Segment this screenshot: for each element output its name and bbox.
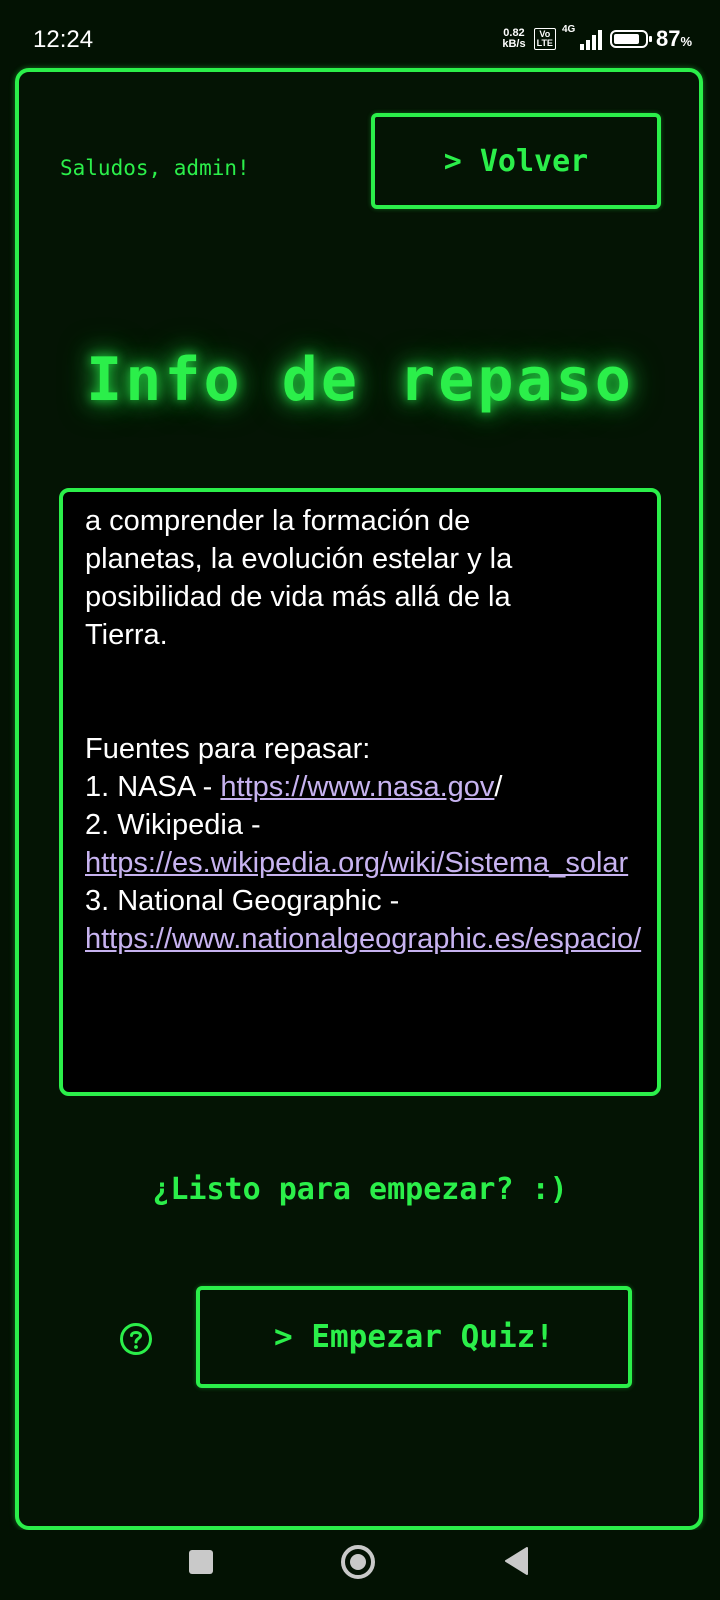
natgeo-link[interactable]: https://www.nationalgeographic.es/espaci…: [85, 923, 641, 955]
source-item-wikipedia: 2. Wikipedia -: [85, 806, 645, 844]
network-speed-unit: kB/s: [502, 38, 526, 50]
source-item-wikipedia-link: https://es.wikipedia.org/wiki/Sistema_so…: [85, 844, 645, 882]
ready-prompt: ¿Listo para empezar? :): [152, 1172, 568, 1207]
status-icons: 0.82 kB/s Vo LTE 4G 87%: [502, 24, 692, 52]
home-circle-icon[interactable]: [340, 1544, 376, 1580]
info-line: posibilidad de vida más allá de la: [85, 581, 511, 613]
source-item-natgeo-link: https://www.nationalgeographic.es/espaci…: [85, 920, 645, 958]
status-bar: 12:24 0.82 kB/s Vo LTE 4G 87%: [0, 0, 720, 66]
battery-percent: 87%: [656, 26, 692, 52]
info-text: a comprender la formación de planetas, l…: [85, 502, 645, 958]
source-suffix: /: [494, 771, 503, 803]
system-nav-bar: [0, 1530, 720, 1600]
info-line: Tierra.: [85, 619, 168, 651]
battery-icon: [609, 30, 652, 48]
wikipedia-link[interactable]: https://es.wikipedia.org/wiki/Sistema_so…: [85, 847, 628, 879]
info-line: planetas, la evolución estelar y la: [85, 543, 513, 575]
info-line: a comprender la formación de: [85, 505, 471, 537]
volte-bottom-label: LTE: [536, 38, 553, 48]
battery-fill: [613, 34, 640, 44]
network-type: 4G: [561, 24, 576, 35]
info-scroll-box[interactable]: a comprender la formación de planetas, l…: [59, 488, 661, 1096]
app-screen: 12:24 0.82 kB/s Vo LTE 4G 87% Saludos, a…: [0, 0, 720, 1600]
page-title: Info de repaso: [86, 345, 634, 415]
battery-percent-sign: %: [680, 34, 692, 49]
question-circle-icon[interactable]: [119, 1322, 153, 1356]
nasa-link[interactable]: https://www.nasa.gov: [220, 771, 494, 803]
source-label: 1. NASA -: [85, 771, 221, 803]
back-button[interactable]: > Volver: [371, 113, 661, 209]
network-speed: 0.82 kB/s: [502, 28, 525, 50]
source-item-nasa: 1. NASA - https://www.nasa.gov/: [85, 768, 645, 806]
signal-icon: 4G: [562, 24, 602, 50]
status-time: 12:24: [33, 26, 94, 53]
start-quiz-button[interactable]: > Empezar Quiz!: [196, 1286, 632, 1388]
recents-square-icon[interactable]: [189, 1550, 213, 1574]
source-label: 3. National Geographic -: [85, 885, 400, 917]
volte-icon: Vo LTE: [533, 28, 556, 50]
source-item-natgeo: 3. National Geographic -: [85, 882, 645, 920]
source-label: 2. Wikipedia -: [85, 809, 261, 841]
battery-percent-value: 87: [655, 26, 681, 51]
sources-heading: Fuentes para repasar:: [85, 733, 371, 765]
back-triangle-icon[interactable]: [503, 1546, 529, 1576]
greeting-text: Saludos, admin!: [60, 156, 250, 180]
